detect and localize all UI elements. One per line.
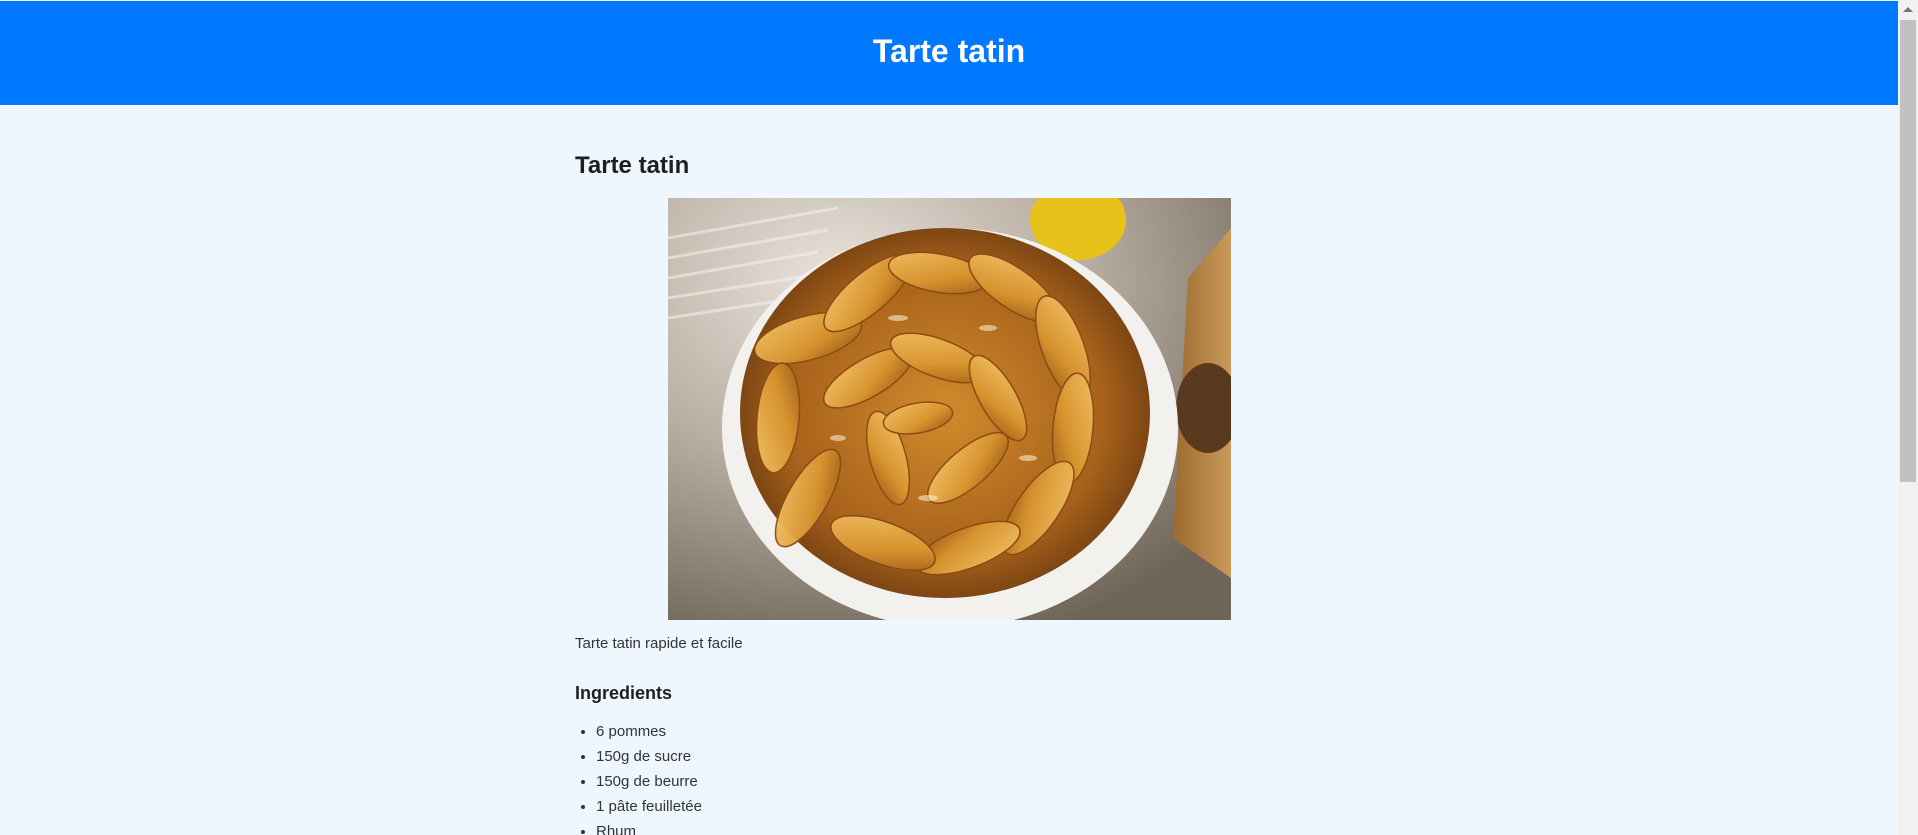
- ingredient-item: 150g de sucre: [596, 744, 702, 769]
- ingredients-list: 6 pommes 150g de sucre 150g de beurre 1 …: [575, 719, 702, 835]
- page: Tarte tatin Tarte tatin Tarte tatin rapi…: [0, 0, 1898, 835]
- site-title: Tarte tatin: [872, 32, 1026, 69]
- recipe-title: Tarte tatin: [575, 152, 690, 179]
- ingredient-item: 1 pâte feuilletée: [596, 794, 702, 819]
- ingredient-item: Rhum: [596, 819, 702, 835]
- site-header: Tarte tatin: [0, 1, 1898, 105]
- scroll-up-arrow-icon[interactable]: [1898, 0, 1918, 18]
- ingredients-heading: Ingredients: [575, 683, 673, 703]
- ingredient-item: 6 pommes: [596, 719, 702, 744]
- vertical-scrollbar[interactable]: [1898, 0, 1918, 835]
- scrollbar-thumb[interactable]: [1900, 20, 1916, 482]
- recipe-description: Tarte tatin rapide et facile: [575, 635, 743, 652]
- recipe-photo: [668, 198, 1231, 620]
- ingredient-item: 150g de beurre: [596, 769, 702, 794]
